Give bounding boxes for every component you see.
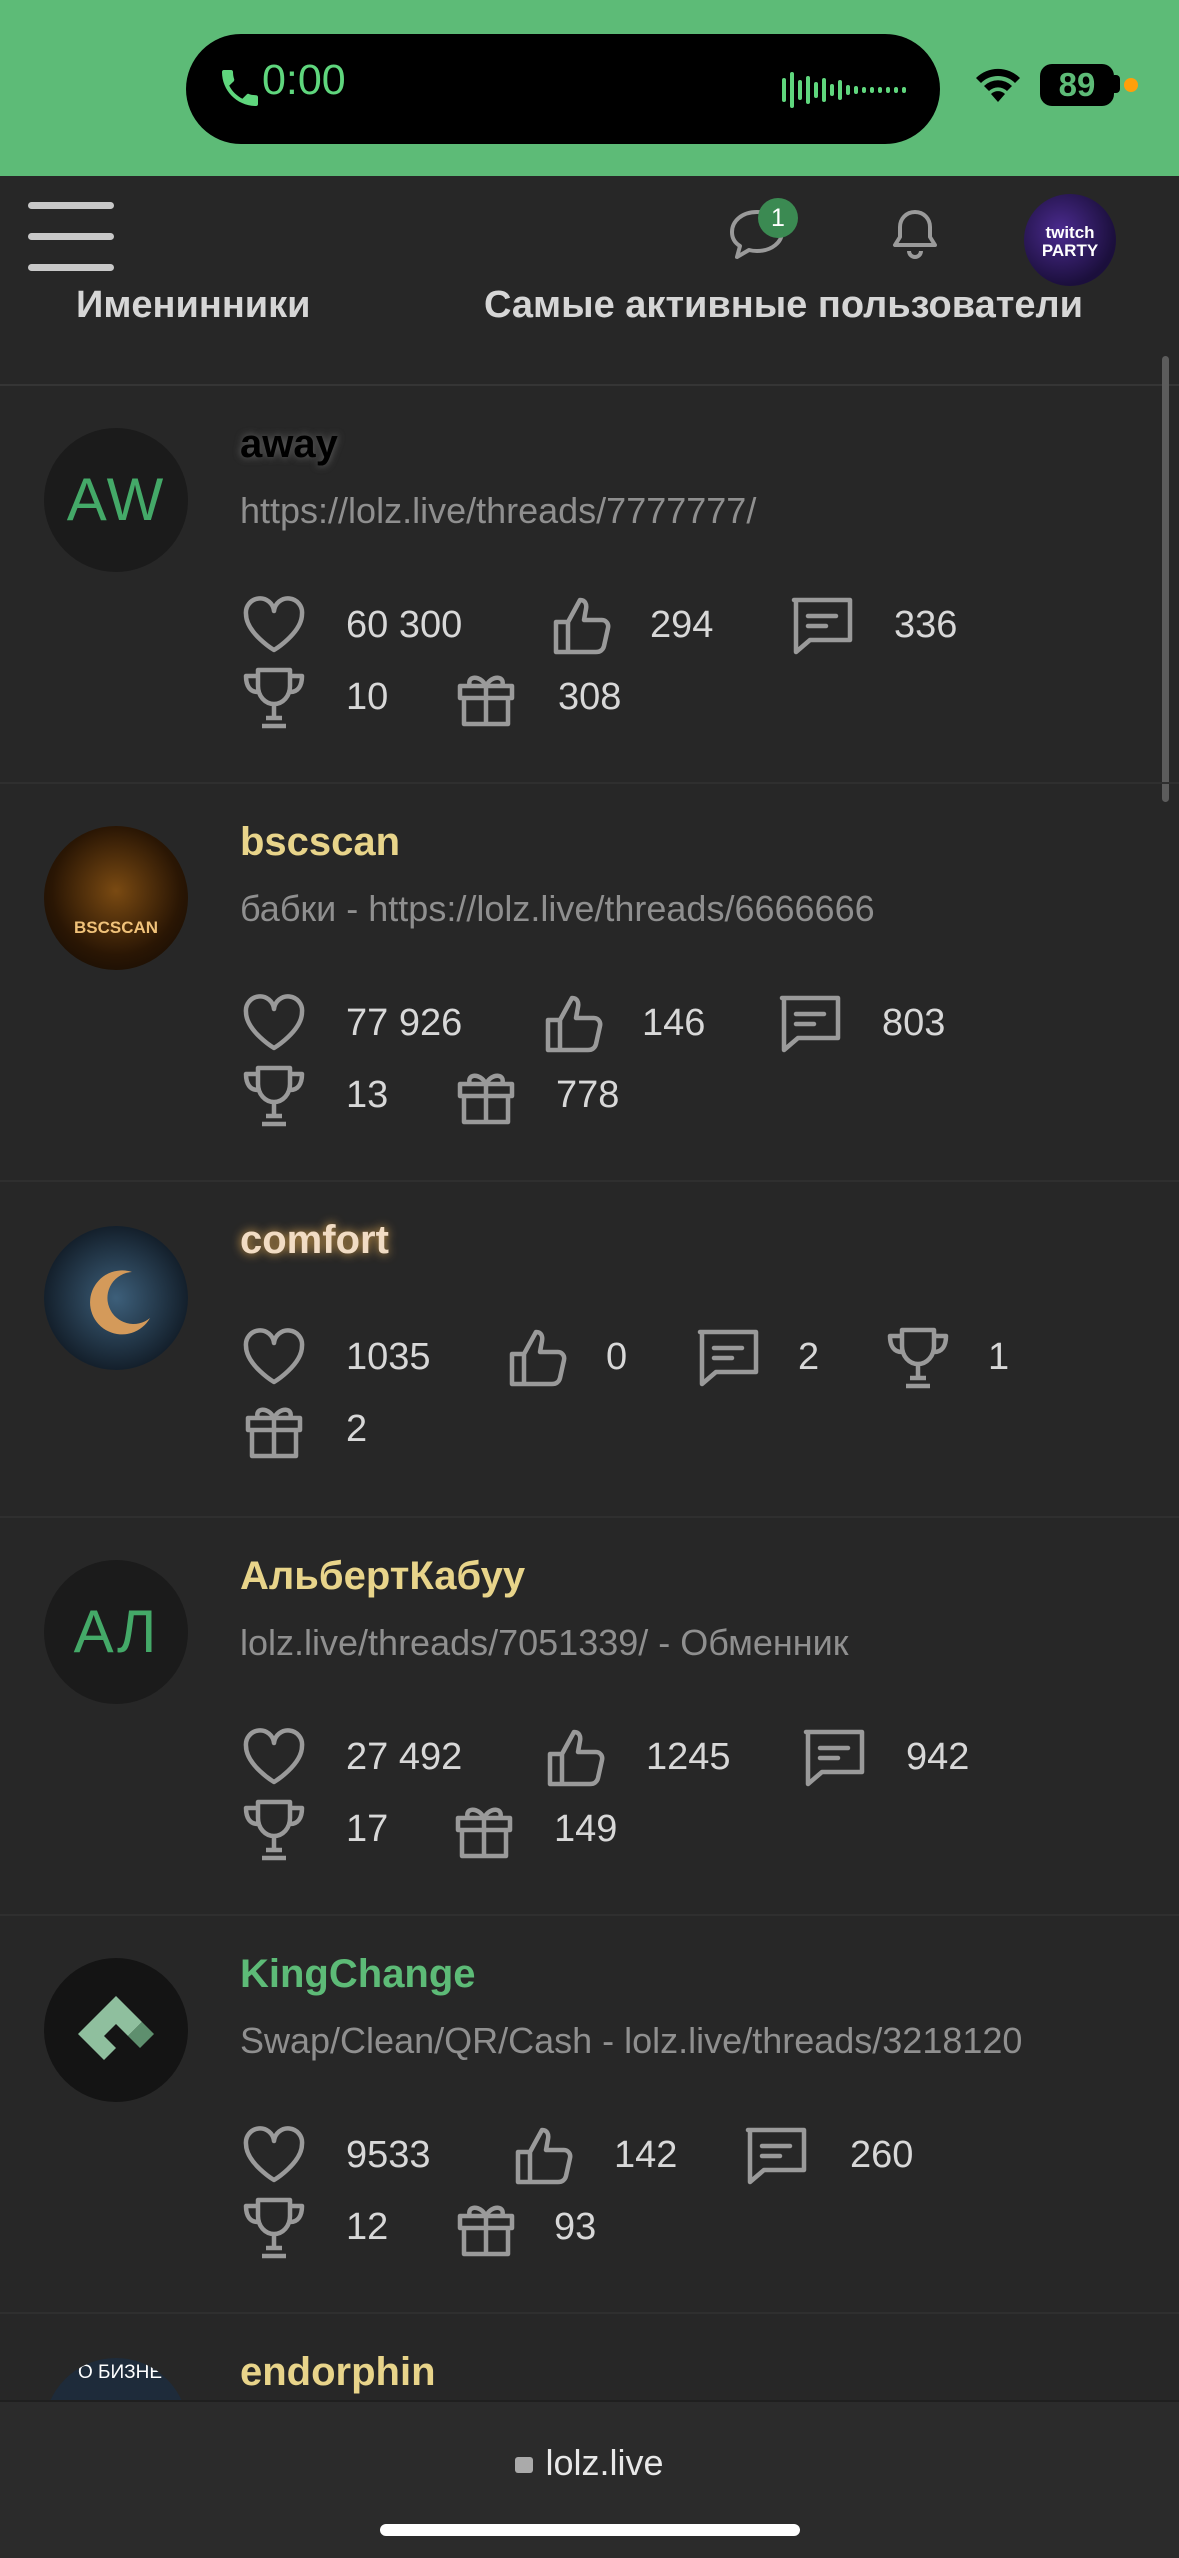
trophy-icon bbox=[887, 1327, 949, 1389]
battery-indicator: 89 bbox=[1040, 64, 1114, 106]
audio-waveform-icon bbox=[782, 72, 906, 108]
gift-icon bbox=[457, 1073, 515, 1125]
username[interactable]: comfort bbox=[240, 1218, 389, 1263]
tab-most-active[interactable]: Самые активные пользователи bbox=[484, 284, 1083, 327]
message-icon bbox=[697, 1329, 759, 1387]
privacy-indicator-dot bbox=[1124, 78, 1138, 92]
menu-button[interactable] bbox=[28, 202, 114, 272]
trophy-icon bbox=[243, 1799, 305, 1861]
heart-icon bbox=[243, 994, 305, 1051]
chat-unread-badge: 1 bbox=[758, 198, 798, 238]
tab-birthdays[interactable]: Именинники bbox=[76, 284, 311, 327]
bell-icon[interactable] bbox=[884, 204, 946, 266]
list-item[interactable]: BSCSCAN bscscan бабки - https://lolz.liv… bbox=[0, 784, 1179, 1182]
trophy-icon bbox=[243, 667, 305, 729]
phone-icon bbox=[222, 70, 258, 106]
list-item[interactable]: АЛ АльбертКабуу lolz.live/threads/705133… bbox=[0, 1518, 1179, 1916]
tab-bar: Именинники Самые активные пользователи bbox=[0, 280, 1179, 386]
heart-icon bbox=[243, 596, 305, 653]
user-status: бабки - https://lolz.live/threads/666666… bbox=[240, 888, 875, 929]
heart-icon bbox=[243, 2126, 305, 2183]
avatar-logo-text: twitch PARTY bbox=[1041, 223, 1099, 260]
message-icon bbox=[791, 597, 853, 655]
message-icon bbox=[779, 995, 841, 1053]
username[interactable]: bscscan bbox=[240, 820, 400, 865]
thumbs-up-icon bbox=[509, 1329, 567, 1387]
battery-level: 89 bbox=[1058, 66, 1096, 103]
lock-icon bbox=[515, 2457, 534, 2473]
user-status: lolz.live/threads/7051339/ - Обменник bbox=[240, 1622, 849, 1663]
gift-icon bbox=[245, 1407, 303, 1459]
call-timer: 0:00 bbox=[262, 56, 346, 104]
username[interactable]: endorphin bbox=[240, 2350, 436, 2395]
gift-icon bbox=[455, 1807, 513, 1859]
thumbs-up-icon bbox=[515, 2127, 573, 2185]
avatar[interactable] bbox=[44, 1226, 188, 1370]
trophy-icon bbox=[243, 2197, 305, 2259]
message-icon bbox=[745, 2127, 807, 2185]
battery-nub bbox=[1114, 75, 1120, 93]
list-item[interactable]: О БИЗНЕ endorphin bbox=[0, 2314, 1179, 2400]
user-status: https://lolz.live/threads/7777777/ bbox=[240, 490, 757, 531]
heart-icon bbox=[243, 1728, 305, 1785]
username[interactable]: KingChange bbox=[240, 1952, 476, 1997]
list-item[interactable]: comfort 1035 0 2 1 2 bbox=[0, 1182, 1179, 1518]
avatar[interactable]: О БИЗНЕ bbox=[44, 2358, 188, 2400]
avatar[interactable]: BSCSCAN bbox=[44, 826, 188, 970]
status-bar: 0:00 89 bbox=[0, 0, 1179, 176]
avatar-initials: AW bbox=[66, 466, 166, 533]
trophy-icon bbox=[243, 1065, 305, 1127]
list-item[interactable]: AW away https://lolz.live/threads/777777… bbox=[0, 386, 1179, 784]
gift-icon bbox=[457, 675, 515, 727]
avatar-logo-text: BSCSCAN bbox=[73, 918, 159, 937]
home-indicator[interactable] bbox=[380, 2524, 800, 2536]
thumbs-up-icon bbox=[545, 995, 603, 1053]
message-icon bbox=[803, 1729, 865, 1787]
browser-address-bar[interactable]: lolz.live bbox=[0, 2400, 1179, 2558]
wifi-icon bbox=[976, 68, 1020, 102]
moon-image bbox=[90, 1270, 150, 1335]
avatar[interactable]: АЛ bbox=[44, 1560, 188, 1704]
thumbs-up-icon bbox=[553, 597, 611, 655]
user-status: Swap/Clean/QR/Cash - lolz.live/threads/3… bbox=[240, 2020, 1023, 2061]
thumbs-up-icon bbox=[547, 1729, 605, 1787]
kingchange-logo-icon bbox=[78, 1996, 154, 2060]
list-item[interactable]: KingChange Swap/Clean/QR/Cash - lolz.liv… bbox=[0, 1916, 1179, 2314]
avatar-logo-text: О БИЗНЕ bbox=[77, 2362, 163, 2383]
heart-icon bbox=[243, 1328, 305, 1385]
avatar-initials: АЛ bbox=[73, 1598, 159, 1665]
avatar[interactable]: AW bbox=[44, 428, 188, 572]
gift-icon bbox=[457, 2205, 515, 2257]
avatar[interactable] bbox=[44, 1958, 188, 2102]
username[interactable]: АльбертКабуу bbox=[240, 1554, 525, 1599]
url-text: lolz.live bbox=[545, 2442, 664, 2483]
user-avatar[interactable]: twitch PARTY bbox=[1024, 194, 1116, 286]
url-display[interactable]: lolz.live bbox=[0, 2442, 1179, 2484]
dynamic-island[interactable]: 0:00 bbox=[186, 34, 940, 144]
username[interactable]: away bbox=[240, 422, 338, 467]
